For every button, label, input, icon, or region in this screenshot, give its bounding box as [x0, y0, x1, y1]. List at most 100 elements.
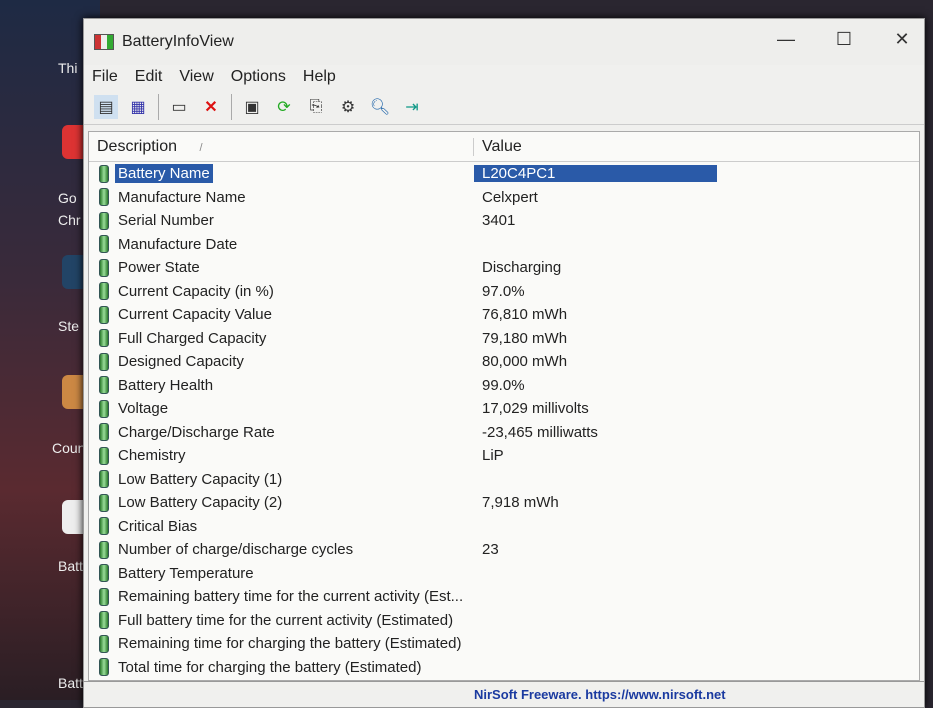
table-row[interactable]: Battery Health 99.0% [89, 374, 919, 398]
description-text: Critical Bias [118, 517, 198, 535]
value-cell: 97.0% [482, 282, 525, 300]
table-row[interactable]: Chemistry LiP [89, 444, 919, 468]
table-row[interactable]: Current Capacity Value 76,810 mWh [89, 303, 919, 327]
table-row[interactable]: Charge/Discharge Rate -23,465 milliwatts [89, 421, 919, 445]
description-text: Full battery time for the current activi… [118, 611, 454, 629]
value-cell: 17,029 millivolts [482, 400, 589, 418]
battery-icon [99, 329, 109, 348]
table-row[interactable]: Designed Capacity 80,000 mWh [89, 350, 919, 374]
value-cell: 99.0% [482, 376, 525, 394]
window-title: BatteryInfoView [122, 33, 234, 50]
table-row[interactable]: Full Charged Capacity 79,180 mWh [89, 327, 919, 351]
value-cell: 3401 [482, 212, 516, 230]
battery-icon [99, 517, 109, 536]
description-text: Current Capacity (in %) [118, 282, 274, 300]
value-cell: -23,465 milliwatts [482, 423, 598, 441]
table-row[interactable]: Number of charge/discharge cycles 23 [89, 538, 919, 562]
value-cell: 76,810 mWh [482, 306, 568, 324]
description-cell: Low Battery Capacity (2) [89, 493, 474, 512]
menu-options[interactable]: Options [231, 68, 286, 86]
app-icon [94, 34, 114, 50]
description-cell: Full Charged Capacity [89, 329, 474, 348]
battery-icon [99, 564, 109, 583]
options-icon[interactable]: ⚙ [336, 95, 360, 119]
maximize-button[interactable]: ☐ [824, 29, 864, 50]
description-text: Battery Health [118, 376, 214, 394]
menu-help[interactable]: Help [303, 68, 336, 86]
battery-icon [99, 540, 109, 559]
description-cell: Battery Name [89, 164, 474, 184]
description-text: Low Battery Capacity (1) [118, 470, 283, 488]
desktop-label: Ste [58, 318, 80, 334]
battery-icon [99, 611, 109, 630]
exit-icon[interactable]: ⇥ [400, 95, 424, 119]
battery-icon [99, 634, 109, 653]
desktop-label: Thi [58, 60, 78, 76]
table-row[interactable]: Critical Bias [89, 515, 919, 539]
delete-icon[interactable]: ✕ [199, 95, 223, 119]
table-row[interactable]: Battery Name L20C4PC1 [89, 162, 919, 186]
description-text: Charge/Discharge Rate [118, 423, 275, 441]
description-cell: Manufacture Name [89, 188, 474, 207]
column-header-value[interactable]: Value [474, 138, 522, 156]
description-text: Current Capacity Value [118, 306, 272, 324]
description-cell: Voltage [89, 399, 474, 418]
table-row[interactable]: Low Battery Capacity (1) [89, 468, 919, 492]
menu-file[interactable]: File [92, 68, 118, 86]
description-text: Total time for charging the battery (Est… [118, 658, 422, 676]
table-row[interactable]: Current Capacity (in %) 97.0% [89, 280, 919, 304]
table-row[interactable]: Remaining battery time for the current a… [89, 585, 919, 609]
battery-icon [99, 164, 109, 183]
battery-icon [99, 188, 109, 207]
table-row[interactable]: Serial Number 3401 [89, 209, 919, 233]
menu-bar: File Edit View Options Help [84, 65, 924, 89]
description-cell: Serial Number [89, 211, 474, 230]
toolbar-separator [158, 93, 159, 120]
description-cell: Number of charge/discharge cycles [89, 540, 474, 559]
table-row[interactable]: Manufacture Date [89, 233, 919, 257]
battery-icon [99, 470, 109, 489]
refresh-icon[interactable]: ⟳ [272, 95, 296, 119]
table-row[interactable]: Low Battery Capacity (2) 7,918 mWh [89, 491, 919, 515]
battery-icon [99, 258, 109, 277]
description-cell: Full battery time for the current activi… [89, 611, 474, 630]
value-cell: 7,918 mWh [482, 494, 559, 512]
table-row[interactable]: Remaining time for charging the battery … [89, 632, 919, 656]
description-cell: Total time for charging the battery (Est… [89, 658, 474, 677]
column-header-description[interactable]: Description / [89, 137, 474, 156]
status-bar[interactable]: NirSoft Freeware. https://www.nirsoft.ne… [84, 681, 924, 707]
value-cell: Discharging [482, 259, 562, 277]
table-row[interactable]: Battery Temperature [89, 562, 919, 586]
table-row[interactable]: Full battery time for the current activi… [89, 609, 919, 633]
description-cell: Battery Temperature [89, 564, 474, 583]
find-icon[interactable]: 🔍︎ [368, 95, 392, 119]
value-cell: LiP [482, 447, 504, 465]
copy-icon[interactable]: ⎘ [304, 95, 328, 119]
description-cell: Remaining time for charging the battery … [89, 634, 474, 653]
battery-icon [99, 399, 109, 418]
properties-icon[interactable]: ▤ [94, 94, 118, 119]
table-row[interactable]: Power State Discharging [89, 256, 919, 280]
table-row[interactable]: Manufacture Name Celxpert [89, 186, 919, 210]
description-cell: Battery Health [89, 376, 474, 395]
sort-indicator: / [199, 141, 203, 154]
table-row[interactable]: Total time for charging the battery (Est… [89, 656, 919, 680]
clipboard-icon[interactable]: ▦ [126, 95, 150, 119]
description-text: Full Charged Capacity [118, 329, 267, 347]
menu-view[interactable]: View [179, 68, 213, 86]
minimize-button[interactable]: — [766, 29, 806, 50]
save-icon[interactable]: ▣ [240, 95, 264, 119]
battery-info-list[interactable]: Description / Value Battery Name L20C4PC1… [88, 131, 920, 681]
html-report-icon[interactable]: ▭ [167, 95, 191, 119]
battery-icon [99, 352, 109, 371]
toolbar: ▤ ▦ ▭ ✕ ▣ ⟳ ⎘ ⚙ 🔍︎ ⇥ [84, 89, 924, 125]
table-row[interactable]: Voltage 17,029 millivolts [89, 397, 919, 421]
description-cell: Remaining battery time for the current a… [89, 587, 474, 606]
menu-edit[interactable]: Edit [135, 68, 163, 86]
battery-icon [99, 587, 109, 606]
close-button[interactable]: ✕ [882, 29, 922, 50]
description-text: Battery Name [115, 164, 213, 184]
value-cell: L20C4PC1 [474, 165, 717, 183]
description-text: Designed Capacity [118, 353, 244, 371]
description-text: Manufacture Date [118, 235, 238, 253]
